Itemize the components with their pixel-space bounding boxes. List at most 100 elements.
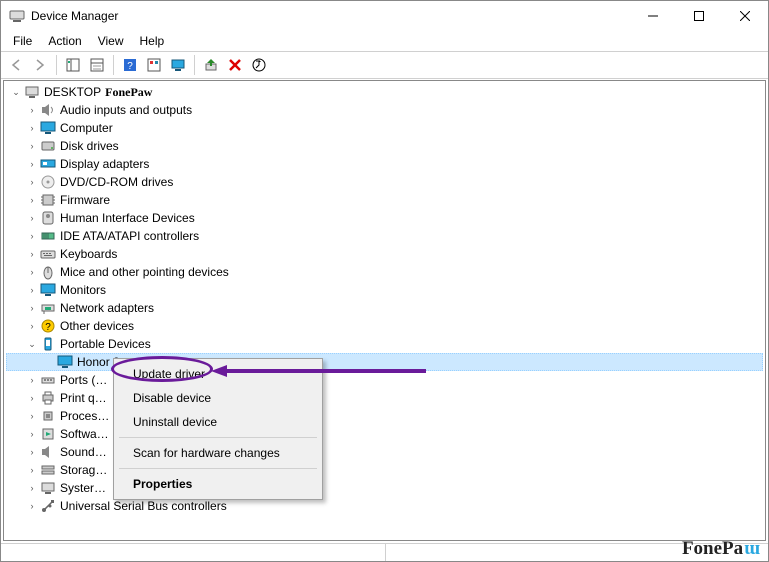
tree-root-label: DESKTOP xyxy=(44,85,101,99)
maximize-button[interactable] xyxy=(676,1,722,31)
tree-category-label: Firmware xyxy=(60,193,110,207)
window-title: Device Manager xyxy=(31,9,118,23)
tree-category[interactable]: › Disk drives xyxy=(6,137,763,155)
tree-category[interactable]: › DVD/CD-ROM drives xyxy=(6,173,763,191)
system-icon xyxy=(40,480,56,496)
tree-category-label: Softwa… xyxy=(60,427,109,441)
tree-category[interactable]: ›Audio inputs and outputs xyxy=(6,101,763,119)
speaker-icon xyxy=(40,102,56,118)
tree-category[interactable]: › Network adapters xyxy=(6,299,763,317)
tree-category[interactable]: › Mice and other pointing devices xyxy=(6,263,763,281)
monitor-icon xyxy=(40,282,56,298)
chevron-right-icon[interactable]: › xyxy=(26,284,38,296)
tree-category-label: Universal Serial Bus controllers xyxy=(60,499,227,513)
chevron-right-icon[interactable]: › xyxy=(26,176,38,188)
keyboard-icon xyxy=(40,246,56,262)
ctx-separator xyxy=(119,468,317,469)
svg-text:?: ? xyxy=(45,322,51,333)
chevron-right-icon[interactable]: › xyxy=(26,464,38,476)
back-button[interactable] xyxy=(5,54,27,76)
tree-category-label: Computer xyxy=(60,121,113,135)
chevron-right-icon[interactable]: › xyxy=(26,302,38,314)
tree-category[interactable]: › Computer xyxy=(6,119,763,137)
ctx-disable-device[interactable]: Disable device xyxy=(117,386,319,410)
tree-category[interactable]: ›Human Interface Devices xyxy=(6,209,763,227)
close-button[interactable] xyxy=(722,1,768,31)
show-hide-console-tree-button[interactable] xyxy=(62,54,84,76)
menu-action[interactable]: Action xyxy=(40,32,89,50)
help-button[interactable]: ? xyxy=(119,54,141,76)
chevron-right-icon[interactable]: › xyxy=(26,266,38,278)
tree-category[interactable]: › Display adapters xyxy=(6,155,763,173)
menu-help[interactable]: Help xyxy=(132,32,173,50)
tree-category[interactable]: ›Monitors xyxy=(6,281,763,299)
chevron-right-icon[interactable]: › xyxy=(26,482,38,494)
tree-category-label: Print q… xyxy=(60,391,107,405)
toolbar: ? xyxy=(1,51,768,79)
view-devices-button[interactable] xyxy=(167,54,189,76)
tree-category-label: Syster… xyxy=(60,481,106,495)
monitor-icon xyxy=(40,120,56,136)
tree-category-label: Display adapters xyxy=(60,157,149,171)
chevron-right-icon[interactable]: › xyxy=(26,428,38,440)
ctx-scan-hardware[interactable]: Scan for hardware changes xyxy=(117,441,319,465)
storage-icon xyxy=(40,462,56,478)
chevron-right-icon[interactable]: › xyxy=(26,194,38,206)
tree-category[interactable]: ›Keyboards xyxy=(6,245,763,263)
menu-file[interactable]: File xyxy=(5,32,40,50)
tree-category-label: Storag… xyxy=(60,463,107,477)
chevron-right-icon[interactable]: › xyxy=(26,212,38,224)
chevron-right-icon[interactable]: › xyxy=(26,320,38,332)
ctx-properties[interactable]: Properties xyxy=(117,472,319,496)
chevron-right-icon[interactable]: › xyxy=(26,500,38,512)
chevron-right-icon[interactable]: › xyxy=(26,248,38,260)
chevron-right-icon[interactable]: › xyxy=(26,140,38,152)
sound-icon xyxy=(40,444,56,460)
optical-drive-icon xyxy=(40,174,56,190)
chevron-right-icon[interactable]: › xyxy=(26,230,38,242)
software-icon xyxy=(40,426,56,442)
tree-category-label: Disk drives xyxy=(60,139,119,153)
tree-category-label: DVD/CD-ROM drives xyxy=(60,175,173,189)
window-controls xyxy=(630,1,768,31)
action-button[interactable] xyxy=(143,54,165,76)
toolbar-separator xyxy=(113,55,114,75)
tree-category[interactable]: ⌄ Portable Devices xyxy=(6,335,763,353)
ctx-update-driver[interactable]: Update driver xyxy=(117,362,319,386)
update-driver-button[interactable] xyxy=(248,54,270,76)
forward-button[interactable] xyxy=(29,54,51,76)
minimize-button[interactable] xyxy=(630,1,676,31)
tree-category[interactable]: ›? Other devices xyxy=(6,317,763,335)
chevron-right-icon[interactable]: › xyxy=(26,374,38,386)
menu-view[interactable]: View xyxy=(90,32,132,50)
context-menu: Update driver Disable device Uninstall d… xyxy=(113,358,323,500)
chevron-down-icon[interactable]: ⌄ xyxy=(26,338,38,350)
tree-category[interactable]: ›IDE ATA/ATAPI controllers xyxy=(6,227,763,245)
properties-button[interactable] xyxy=(86,54,108,76)
svg-text:?: ? xyxy=(127,61,133,72)
tree-root-node[interactable]: ⌄DESKTOPFonePaw xyxy=(6,83,763,101)
chevron-right-icon[interactable]: › xyxy=(26,122,38,134)
uninstall-device-button[interactable] xyxy=(224,54,246,76)
watermark-logo: FonePaɯ xyxy=(682,538,760,560)
chevron-down-icon[interactable]: ⌄ xyxy=(10,86,22,98)
scan-hardware-button[interactable] xyxy=(200,54,222,76)
ctx-uninstall-device[interactable]: Uninstall device xyxy=(117,410,319,434)
tree-category[interactable]: › Firmware xyxy=(6,191,763,209)
chip-icon xyxy=(40,192,56,208)
ide-icon xyxy=(40,228,56,244)
tree-category-label: Portable Devices xyxy=(60,337,151,351)
other-icon: ? xyxy=(40,318,56,334)
chevron-right-icon[interactable]: › xyxy=(26,158,38,170)
disk-icon xyxy=(40,138,56,154)
printer-icon xyxy=(40,390,56,406)
chevron-right-icon[interactable]: › xyxy=(26,104,38,116)
tree-category-label: Network adapters xyxy=(60,301,154,315)
toolbar-separator xyxy=(56,55,57,75)
tree-category-label: Other devices xyxy=(60,319,134,333)
chevron-right-icon[interactable]: › xyxy=(26,392,38,404)
tree-category-label: Mice and other pointing devices xyxy=(60,265,229,279)
chevron-right-icon[interactable]: › xyxy=(26,410,38,422)
hid-icon xyxy=(40,210,56,226)
chevron-right-icon[interactable]: › xyxy=(26,446,38,458)
